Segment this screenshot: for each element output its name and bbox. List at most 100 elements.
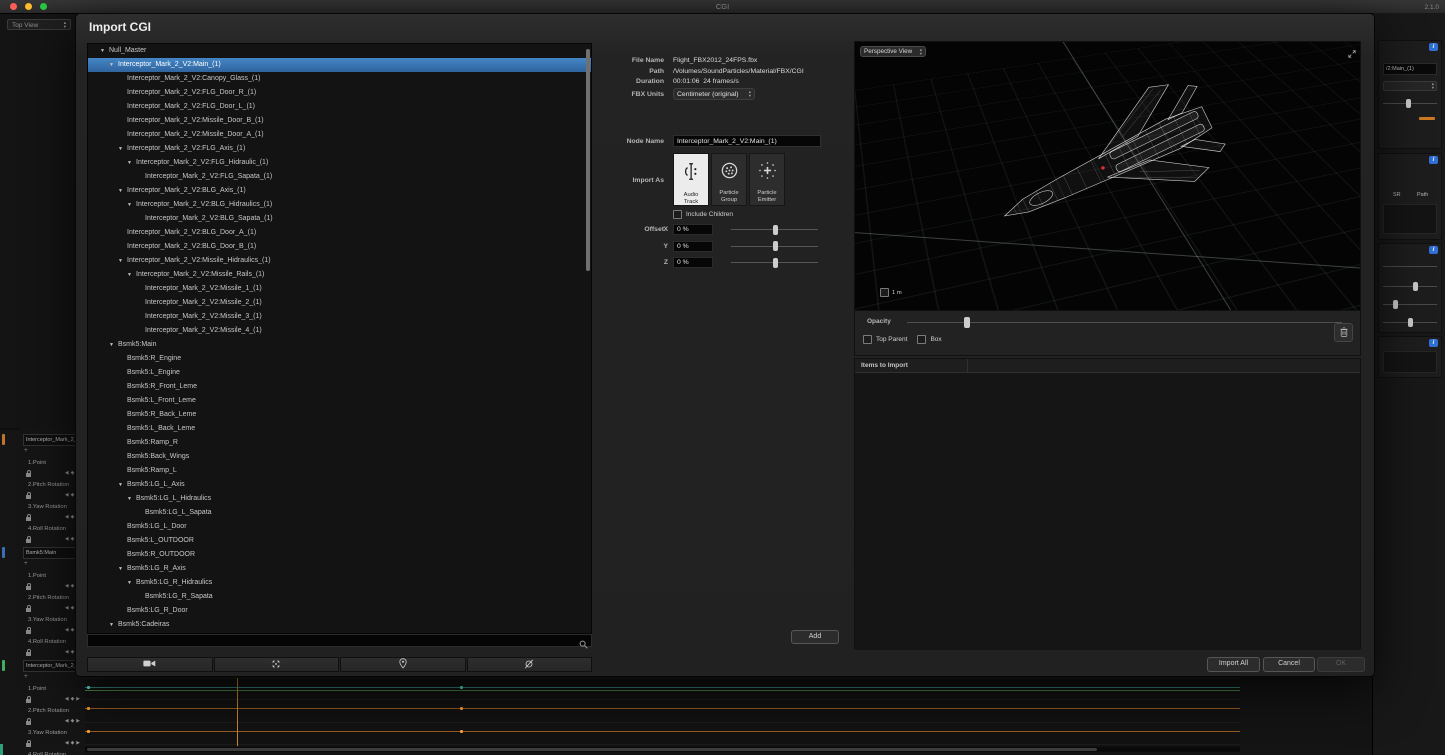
expand-arrow-icon[interactable]: ▼: [109, 338, 118, 352]
camera-filter-button[interactable]: [87, 657, 213, 672]
tree-item[interactable]: Interceptor_Mark_2_V2:Missile_1_(1): [88, 282, 591, 296]
info-icon[interactable]: i: [1429, 43, 1438, 51]
add-parameter-button[interactable]: +: [24, 447, 28, 454]
lock-icon[interactable]: [26, 586, 31, 590]
keyframe-marker[interactable]: [87, 686, 90, 689]
tree-item[interactable]: ▼Bsmk5:LG_L_Axis: [88, 478, 591, 492]
keyframe-marker[interactable]: [460, 707, 463, 710]
box-checkbox[interactable]: [917, 335, 926, 344]
expand-arrow-icon[interactable]: ▼: [127, 156, 136, 170]
panel-slider[interactable]: [1383, 318, 1437, 327]
viewport-view-dropdown[interactable]: Perspective View ▴▾: [860, 46, 926, 57]
add-button[interactable]: Add: [791, 630, 839, 644]
lights-filter-button[interactable]: [340, 657, 466, 672]
tree-item[interactable]: Bsmk5:LG_R_Sapata: [88, 590, 591, 604]
tree-item[interactable]: Interceptor_Mark_2_V2:Missile_Door_A_(1): [88, 128, 591, 142]
track-name-field[interactable]: Bsmk5:Main: [23, 547, 83, 559]
tree-item[interactable]: Interceptor_Mark_2_V2:FLG_Door_L_(1): [88, 100, 591, 114]
info-icon[interactable]: i: [1429, 156, 1438, 164]
automation-curve[interactable]: [85, 690, 1240, 691]
track-name-field[interactable]: Interceptor_Mark_2_: [23, 434, 83, 446]
search-input[interactable]: [90, 635, 579, 648]
units-dropdown[interactable]: ▴▾: [1383, 81, 1437, 91]
tree-item[interactable]: Bsmk5:LG_L_Sapata: [88, 506, 591, 520]
tree-item[interactable]: ▼Bsmk5:LG_R_Axis: [88, 562, 591, 576]
viewport-3d[interactable]: Perspective View ▴▾ 1 m: [854, 41, 1361, 311]
tree-item[interactable]: Bsmk5:L_Engine: [88, 366, 591, 380]
lock-icon[interactable]: [26, 699, 31, 703]
lock-icon[interactable]: [26, 608, 31, 612]
info-icon[interactable]: i: [1429, 246, 1438, 254]
tree-item[interactable]: ▼Interceptor_Mark_2_V2:BLG_Hidraulics_(1…: [88, 198, 591, 212]
tree-item[interactable]: Interceptor_Mark_2_V2:Missile_Door_B_(1): [88, 114, 591, 128]
expand-arrow-icon[interactable]: ▼: [109, 58, 118, 72]
keyframe-marker[interactable]: [460, 686, 463, 689]
tree-item[interactable]: Interceptor_Mark_2_V2:Missile_2_(1): [88, 296, 591, 310]
offset-z-input[interactable]: [673, 257, 713, 268]
tree-item[interactable]: Bsmk5:Ramp_L: [88, 464, 591, 478]
offset-y-input[interactable]: [673, 241, 713, 252]
null-filter-button[interactable]: [467, 657, 593, 672]
panel-slider[interactable]: [1383, 282, 1437, 291]
panel-slider[interactable]: [1383, 262, 1437, 271]
scale-checkbox[interactable]: [880, 288, 889, 297]
cancel-button[interactable]: Cancel: [1263, 657, 1315, 672]
offset-x-input[interactable]: [673, 224, 713, 235]
timeline-scrollbar[interactable]: [85, 747, 1240, 752]
lock-icon[interactable]: [26, 495, 31, 499]
tree-item[interactable]: ▼Bsmk5:LG_L_Hidraulics: [88, 492, 591, 506]
expand-arrow-icon[interactable]: ▼: [109, 618, 118, 632]
tree-item[interactable]: Bsmk5:R_Back_Leme: [88, 408, 591, 422]
slider-thumb[interactable]: [1393, 300, 1398, 309]
lock-icon[interactable]: [26, 473, 31, 477]
automation-curve[interactable]: [85, 687, 1240, 688]
expand-arrow-icon[interactable]: ▼: [118, 254, 127, 268]
add-parameter-button[interactable]: +: [24, 673, 28, 680]
tree-item[interactable]: ▼Interceptor_Mark_2_V2:FLG_Axis_(1): [88, 142, 591, 156]
fbx-units-dropdown[interactable]: Centimeter (original) ▴▾: [673, 88, 755, 100]
tree-item[interactable]: Bsmk5:LG_R_Door: [88, 604, 591, 618]
offset-y-slider[interactable]: [731, 241, 818, 252]
expand-arrow-icon[interactable]: ▼: [127, 268, 136, 282]
panel-slider[interactable]: [1383, 300, 1437, 309]
import-as-particle-group[interactable]: Particle Group: [711, 153, 747, 206]
keyframe-marker[interactable]: [87, 730, 90, 733]
slider-thumb[interactable]: [1408, 318, 1413, 327]
keyframe-nav-buttons[interactable]: ◀◆▶: [65, 697, 82, 702]
info-icon[interactable]: i: [1429, 339, 1438, 347]
tree-item[interactable]: Interceptor_Mark_2_V2:Missile_3_(1): [88, 310, 591, 324]
expand-icon[interactable]: [1348, 45, 1356, 63]
tree-item[interactable]: Interceptor_Mark_2_V2:Missile_4_(1): [88, 324, 591, 338]
expand-arrow-icon[interactable]: ▼: [100, 44, 109, 58]
opacity-slider[interactable]: [907, 316, 1342, 328]
tree-item[interactable]: Interceptor_Mark_2_V2:Canopy_Glass_(1): [88, 72, 591, 86]
tree-item[interactable]: Bsmk5:R_OUTDOOR: [88, 548, 591, 562]
track-color-swatch[interactable]: [1419, 117, 1435, 120]
add-parameter-button[interactable]: +: [24, 560, 28, 567]
offset-x-slider[interactable]: [731, 224, 818, 235]
slider-thumb[interactable]: [1413, 282, 1418, 291]
tree-item[interactable]: ▼Interceptor_Mark_2_V2:BLG_Axis_(1): [88, 184, 591, 198]
lock-icon[interactable]: [26, 517, 31, 521]
tree-item[interactable]: Bsmk5:L_Back_Leme: [88, 422, 591, 436]
keyframe-marker[interactable]: [460, 730, 463, 733]
tree-item[interactable]: Bsmk5:Back_Wings: [88, 450, 591, 464]
keyframe-nav-buttons[interactable]: ◀◆▶: [65, 741, 82, 746]
import-all-button[interactable]: Import All: [1207, 657, 1260, 672]
playhead[interactable]: [237, 678, 238, 746]
track-name-field[interactable]: Interceptor_Mark_2_: [23, 660, 83, 672]
tree-item[interactable]: Bsmk5:L_Front_Leme: [88, 394, 591, 408]
slider-thumb[interactable]: [773, 225, 778, 235]
expand-arrow-icon[interactable]: ▼: [118, 142, 127, 156]
lock-icon[interactable]: [26, 652, 31, 656]
expand-arrow-icon[interactable]: ▼: [118, 184, 127, 198]
delete-button[interactable]: [1334, 323, 1353, 342]
offset-z-slider[interactable]: [731, 257, 818, 268]
node-name-input[interactable]: [673, 135, 821, 147]
slider-thumb[interactable]: [773, 258, 778, 268]
slider-thumb[interactable]: [1406, 99, 1411, 108]
particles-filter-button[interactable]: [214, 657, 340, 672]
lock-icon[interactable]: [26, 630, 31, 634]
ok-button[interactable]: OK: [1317, 657, 1365, 672]
top-parent-checkbox[interactable]: [863, 335, 872, 344]
